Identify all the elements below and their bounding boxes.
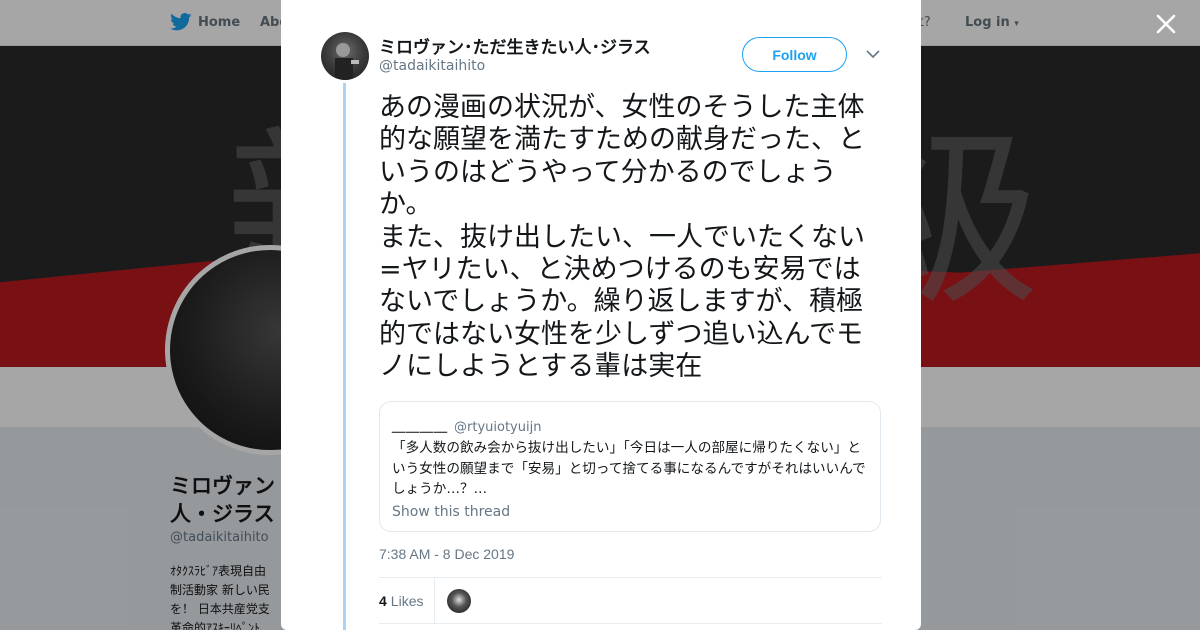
author-avatar[interactable] [321, 32, 369, 80]
likes-label: Likes [390, 593, 424, 609]
author-name[interactable]: ミロヴァン･ただ生きたい人･ジラス [379, 33, 651, 58]
liker-avatar[interactable] [447, 589, 471, 613]
quoted-tweet-header: ＿＿＿＿ @rtyuiotyuijn [392, 416, 868, 435]
likes-count: 4 [379, 593, 387, 609]
chevron-down-icon[interactable] [864, 47, 882, 61]
likes-count-link[interactable]: 4 Likes [379, 578, 435, 624]
tweet-timestamp[interactable]: 7:38 AM - 8 Dec 2019 [379, 546, 514, 562]
quoted-author-handle: @rtyuiotyuijn [454, 420, 542, 435]
close-icon[interactable] [1152, 10, 1180, 38]
quoted-author-name: ＿＿＿＿ [392, 420, 449, 435]
follow-button[interactable]: Follow [742, 37, 847, 72]
tweet-stats: 4 Likes [379, 577, 882, 624]
quoted-tweet[interactable]: ＿＿＿＿ @rtyuiotyuijn 「多人数の飲み会から抜け出したい」「今日は一… [379, 401, 881, 532]
author-avatar-figure [335, 43, 359, 80]
tweet-paragraph: また、抜け出したい、一人でいたくない=ヤリたい、と決めつけるのも安易ではないでし… [379, 221, 865, 383]
author-handle[interactable]: @tadaikitaihito [379, 58, 485, 74]
tweet-paragraph: あの漫画の状況が、女性のそうした主体的な願望を満たすための献身だった、というのは… [379, 92, 865, 221]
thread-connector-line [343, 83, 346, 630]
tweet-modal: ミロヴァン･ただ生きたい人･ジラス @tadaikitaihito Follow… [281, 0, 921, 630]
show-thread-link[interactable]: Show this thread [392, 504, 868, 520]
tweet-text: あの漫画の状況が、女性のそうした主体的な願望を満たすための献身だった、というのは… [379, 92, 885, 384]
quoted-tweet-text: 「多人数の飲み会から抜け出したい」「今日は一人の部屋に帰りたくない」という女性の… [392, 440, 866, 497]
